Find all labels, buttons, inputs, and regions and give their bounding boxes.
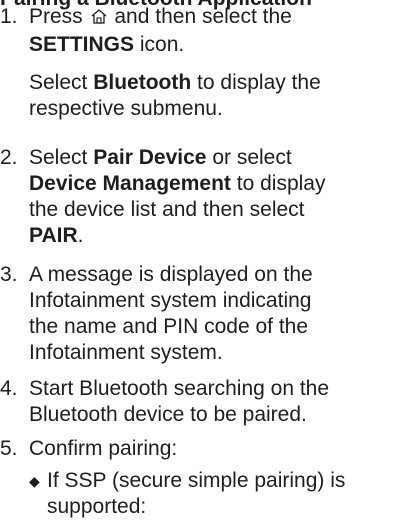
- bluetooth-label: Bluetooth: [93, 71, 192, 94]
- step-5: 5. Confirm pairing: ◆ If SSP (secure sim…: [0, 436, 398, 520]
- diamond-bullet-icon: ◆: [29, 473, 40, 489]
- pair-label: PAIR: [29, 224, 78, 247]
- bullet-item: ◆ If SSP (secure simple pairing) is supp…: [29, 469, 346, 518]
- step-1-line-2: SETTINGS icon.: [29, 33, 185, 56]
- device-management-label: Device Management: [29, 172, 231, 195]
- step-3: 3. A message is displayed on the Infotai…: [0, 263, 313, 364]
- step-2: 2. Select Pair Device or select Device M…: [0, 146, 326, 247]
- step-1: 1. Press and then select the SETTINGS ic…: [0, 4, 398, 122]
- pair-device-label: Pair Device: [93, 146, 207, 169]
- home-icon: [90, 6, 108, 32]
- step-4: 4. Start Bluetooth searching on the Blue…: [0, 377, 330, 426]
- settings-label: SETTINGS: [29, 33, 135, 56]
- step-number: 2.: [0, 146, 18, 169]
- step-number: 3.: [0, 263, 18, 286]
- step-1-line-1: Press and then select the: [29, 4, 398, 32]
- step-number: 4.: [0, 377, 18, 400]
- step-number: 5.: [0, 437, 18, 460]
- step-number: 1.: [0, 5, 18, 28]
- step-1-paragraph-2: Select Bluetooth to display the respecti…: [29, 71, 321, 120]
